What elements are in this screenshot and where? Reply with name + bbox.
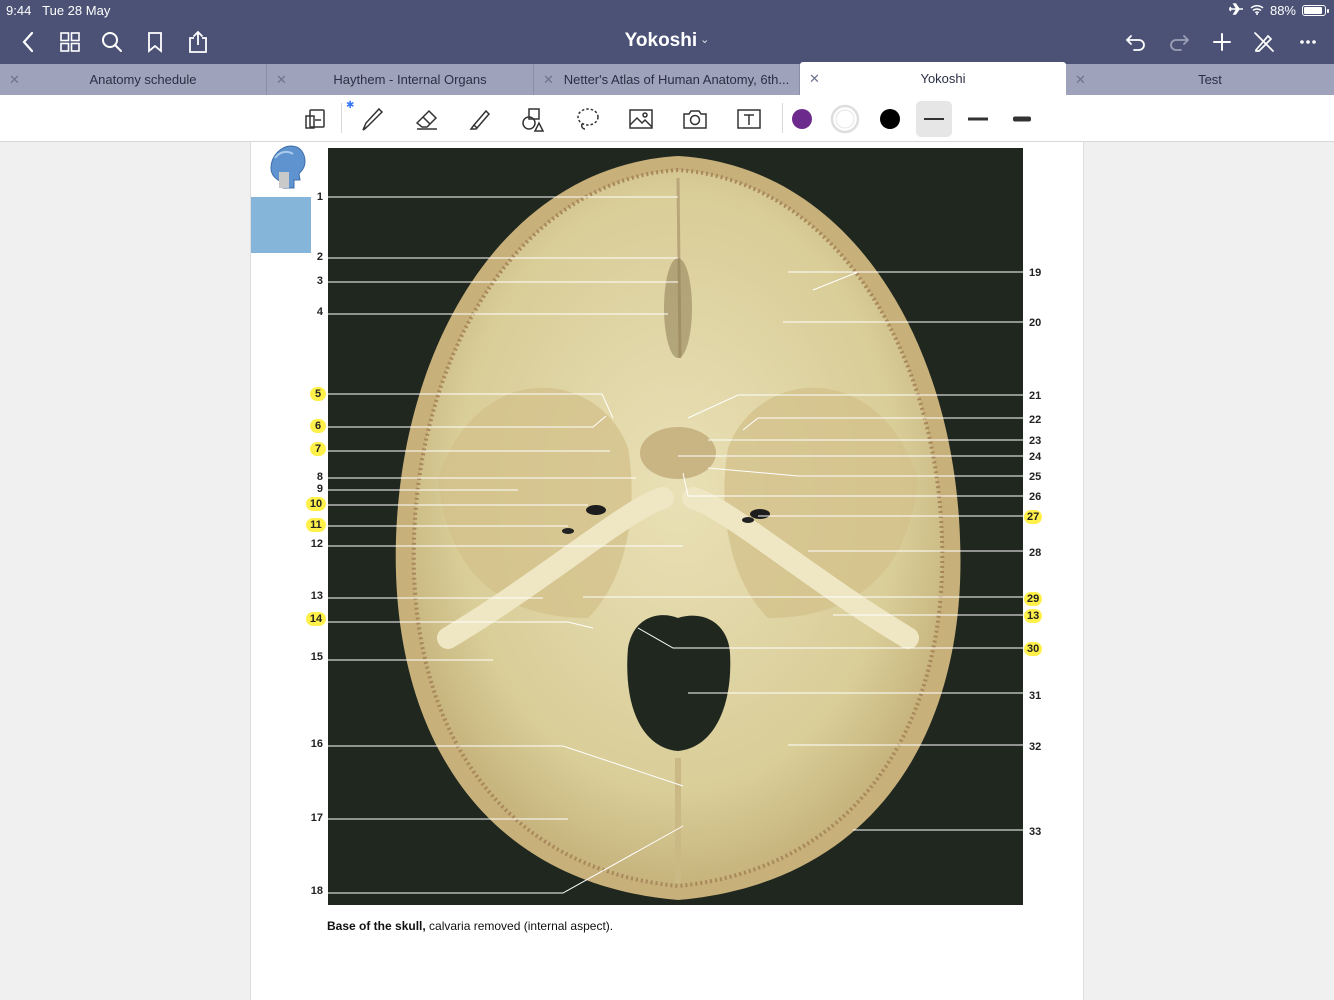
skull-base-figure xyxy=(328,148,1023,905)
close-icon[interactable]: ✕ xyxy=(1075,72,1086,88)
tab-haythem-internal-organs[interactable]: ✕ Haythem - Internal Organs xyxy=(267,64,534,95)
close-icon[interactable]: ✕ xyxy=(9,72,20,88)
color-black[interactable] xyxy=(872,101,908,137)
label-24: 24 xyxy=(1029,451,1042,463)
label-25: 25 xyxy=(1029,471,1042,483)
close-icon[interactable]: ✕ xyxy=(543,72,554,88)
navigation-bar: Yokoshi ⌄ xyxy=(0,20,1334,64)
figure-caption: Base of the skull, calvaria removed (int… xyxy=(327,919,614,933)
label-19: 19 xyxy=(1029,267,1042,279)
label-18: 18 xyxy=(310,885,323,897)
label-12: 12 xyxy=(310,538,323,550)
label-11: 11 xyxy=(306,518,326,532)
label-16: 16 xyxy=(310,738,323,750)
chevron-down-icon: ⌄ xyxy=(700,34,710,46)
label-13-right: 13 xyxy=(1024,609,1043,623)
status-time: 9:44 Tue 28 May xyxy=(6,3,111,18)
tab-anatomy-schedule[interactable]: ✕ Anatomy schedule xyxy=(0,64,267,95)
more-icon[interactable] xyxy=(1292,26,1324,58)
stroke-thick[interactable] xyxy=(1004,101,1040,137)
label-3: 3 xyxy=(316,275,323,287)
stroke-thin[interactable] xyxy=(916,101,952,137)
section-color-tab xyxy=(251,197,311,253)
label-28: 28 xyxy=(1029,547,1042,559)
label-15: 15 xyxy=(310,651,323,663)
label-7: 7 xyxy=(310,442,326,456)
label-2: 2 xyxy=(316,251,323,263)
label-32: 32 xyxy=(1029,741,1042,753)
label-6: 6 xyxy=(310,419,326,433)
label-14: 14 xyxy=(306,612,326,626)
label-5: 5 xyxy=(310,387,326,401)
color-white[interactable] xyxy=(827,101,863,137)
label-29: 29 xyxy=(1024,592,1043,606)
shapes-icon[interactable] xyxy=(515,101,551,137)
label-9: 9 xyxy=(316,483,323,495)
wifi-icon xyxy=(1250,3,1264,18)
label-17: 17 xyxy=(310,812,323,824)
camera-icon[interactable] xyxy=(677,101,713,137)
label-33: 33 xyxy=(1029,826,1042,838)
page-layout-icon[interactable] xyxy=(298,101,334,137)
label-4: 4 xyxy=(316,306,323,318)
highlighter-icon[interactable] xyxy=(462,101,498,137)
annotation-toolbar: ✱ xyxy=(0,95,1334,142)
close-icon[interactable]: ✕ xyxy=(809,71,820,87)
add-page-icon[interactable] xyxy=(1206,26,1238,58)
pen-mode-off-icon[interactable] xyxy=(1248,26,1280,58)
skull-base-illustration xyxy=(328,156,1023,900)
document-page[interactable]: 1 2 3 4 5 6 7 8 9 10 11 12 13 14 15 16 1… xyxy=(250,142,1084,1000)
eraser-icon[interactable] xyxy=(409,101,445,137)
battery-percent: 88% xyxy=(1269,3,1296,18)
stroke-medium[interactable] xyxy=(960,101,996,137)
label-10: 10 xyxy=(306,497,326,511)
tab-yokoshi[interactable]: ✕ Yokoshi xyxy=(800,62,1066,95)
label-30: 30 xyxy=(1024,642,1043,656)
status-bar: 9:44 Tue 28 May 88% xyxy=(0,0,1334,20)
image-icon[interactable] xyxy=(623,101,659,137)
color-purple[interactable] xyxy=(784,101,820,137)
head-thumbnail-image xyxy=(261,142,309,190)
label-22: 22 xyxy=(1029,414,1042,426)
status-right: 88% xyxy=(1228,3,1329,18)
airplane-icon xyxy=(1228,3,1244,18)
tab-netters-atlas[interactable]: ✕ Netter's Atlas of Human Anatomy, 6th..… xyxy=(534,64,800,95)
text-icon[interactable] xyxy=(731,101,767,137)
battery-icon xyxy=(1302,5,1329,16)
tab-bar: ✕ Anatomy schedule ✕ Haythem - Internal … xyxy=(0,62,1334,95)
tab-test[interactable]: ✕ Test xyxy=(1066,64,1334,95)
label-13: 13 xyxy=(310,590,323,602)
undo-icon[interactable] xyxy=(1120,26,1152,58)
label-31: 31 xyxy=(1029,690,1042,702)
label-27: 27 xyxy=(1024,510,1043,524)
lasso-icon[interactable] xyxy=(570,101,606,137)
label-1: 1 xyxy=(316,191,323,203)
pen-icon[interactable] xyxy=(354,101,390,137)
close-icon[interactable]: ✕ xyxy=(276,72,287,88)
redo-icon[interactable] xyxy=(1163,26,1195,58)
label-21: 21 xyxy=(1029,390,1042,402)
label-26: 26 xyxy=(1029,491,1042,503)
label-23: 23 xyxy=(1029,435,1042,447)
label-20: 20 xyxy=(1029,317,1042,329)
